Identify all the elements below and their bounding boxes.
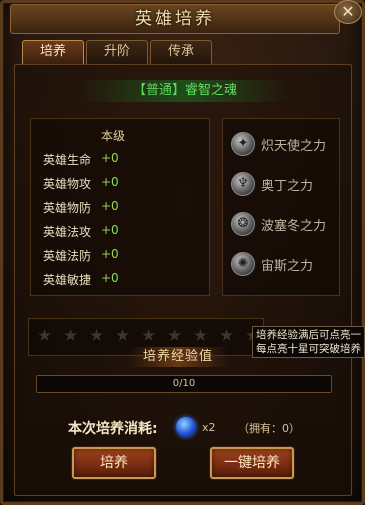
stat-value: +0 xyxy=(101,223,119,237)
power-label: 宙斯之力 xyxy=(261,258,314,274)
star-icon: ★ xyxy=(89,326,105,346)
stat-label: 英雄生命 xyxy=(43,153,92,167)
angel-emblem-icon: ✦ xyxy=(231,132,255,156)
experience-title: 培养经验值 xyxy=(128,347,228,367)
stat-row-hp: 英雄生命 +0 xyxy=(43,151,119,168)
power-zeus[interactable]: ✺ 宙斯之力 xyxy=(231,251,313,277)
experience-progress-text: 0/10 xyxy=(172,378,196,389)
experience-progress-bar: 0/10 xyxy=(36,375,332,393)
stats-header: 本级 xyxy=(101,129,126,143)
blue-orb-icon xyxy=(176,417,196,437)
tooltip-line-2: 每点亮十星可突破培养 xyxy=(256,343,361,355)
tooltip-line-1: 培养经验满后可点亮一 xyxy=(256,329,361,341)
stat-label: 英雄敏捷 xyxy=(43,273,92,287)
star-icon: ★ xyxy=(219,326,235,346)
star-icon: ★ xyxy=(63,326,79,346)
power-label: 炽天使之力 xyxy=(261,138,327,154)
stat-value: +0 xyxy=(101,175,119,189)
stat-value: +0 xyxy=(101,199,119,213)
tab-inherit[interactable]: 传承 xyxy=(150,40,212,64)
stat-label: 英雄物防 xyxy=(43,201,92,215)
poseidon-emblem-icon: ❂ xyxy=(231,212,255,236)
star-icon: ★ xyxy=(167,326,183,346)
cost-owned: （拥有：0） xyxy=(238,422,300,435)
star-icon: ★ xyxy=(37,326,53,346)
training-tooltip: 培养经验满后可点亮一 每点亮十星可突破培养 xyxy=(252,326,365,358)
train-button[interactable]: 培养 xyxy=(72,447,156,479)
stat-value: +0 xyxy=(101,151,119,165)
stat-row-phys-atk: 英雄物攻 +0 xyxy=(43,175,119,192)
power-label: 波塞冬之力 xyxy=(261,218,327,234)
star-icon: ★ xyxy=(141,326,157,346)
stat-row-phys-def: 英雄物防 +0 xyxy=(43,199,119,216)
hero-name-banner: 【普通】睿智之魂 xyxy=(80,80,290,102)
stat-label: 英雄物攻 xyxy=(43,177,92,191)
zeus-emblem-icon: ✺ xyxy=(231,252,255,276)
odin-emblem-icon: ♆ xyxy=(231,172,255,196)
powers-panel: ✦ 炽天使之力 ♆ 奥丁之力 ❂ 波塞冬之力 ✺ 宙斯之力 xyxy=(222,118,340,296)
stat-label: 英雄法防 xyxy=(43,249,92,263)
stat-value: +0 xyxy=(101,271,119,285)
tab-advance[interactable]: 升阶 xyxy=(86,40,148,64)
stat-value: +0 xyxy=(101,247,119,261)
one-click-train-button[interactable]: 一键培养 xyxy=(210,447,294,479)
tab-train[interactable]: 培养 xyxy=(22,40,84,64)
stat-row-mag-atk: 英雄法攻 +0 xyxy=(43,223,119,240)
power-poseidon[interactable]: ❂ 波塞冬之力 xyxy=(231,211,326,237)
title-bar: 英雄培养 xyxy=(10,4,340,34)
stat-row-mag-def: 英雄法防 +0 xyxy=(43,247,119,264)
power-odin[interactable]: ♆ 奥丁之力 xyxy=(231,171,313,197)
hero-tier: 【普通】 xyxy=(132,83,185,98)
hero-name: 睿智之魂 xyxy=(185,83,238,98)
stat-row-agility: 英雄敏捷 +0 xyxy=(43,271,119,288)
power-label: 奥丁之力 xyxy=(261,178,314,194)
stats-panel: 本级 英雄生命 +0 英雄物攻 +0 英雄物防 +0 英雄法攻 +0 英雄法防 … xyxy=(30,118,210,296)
cost-label: 本次培养消耗: xyxy=(68,421,158,437)
cost-quantity: x2 xyxy=(202,421,216,434)
tab-bar: 培养 升阶 传承 xyxy=(22,40,212,64)
star-icon: ★ xyxy=(115,326,131,346)
stat-label: 英雄法攻 xyxy=(43,225,92,239)
close-button[interactable]: ✕ xyxy=(334,0,362,24)
power-seraph[interactable]: ✦ 炽天使之力 xyxy=(231,131,326,157)
star-icon: ★ xyxy=(193,326,209,346)
window-title: 英雄培养 xyxy=(135,9,215,29)
